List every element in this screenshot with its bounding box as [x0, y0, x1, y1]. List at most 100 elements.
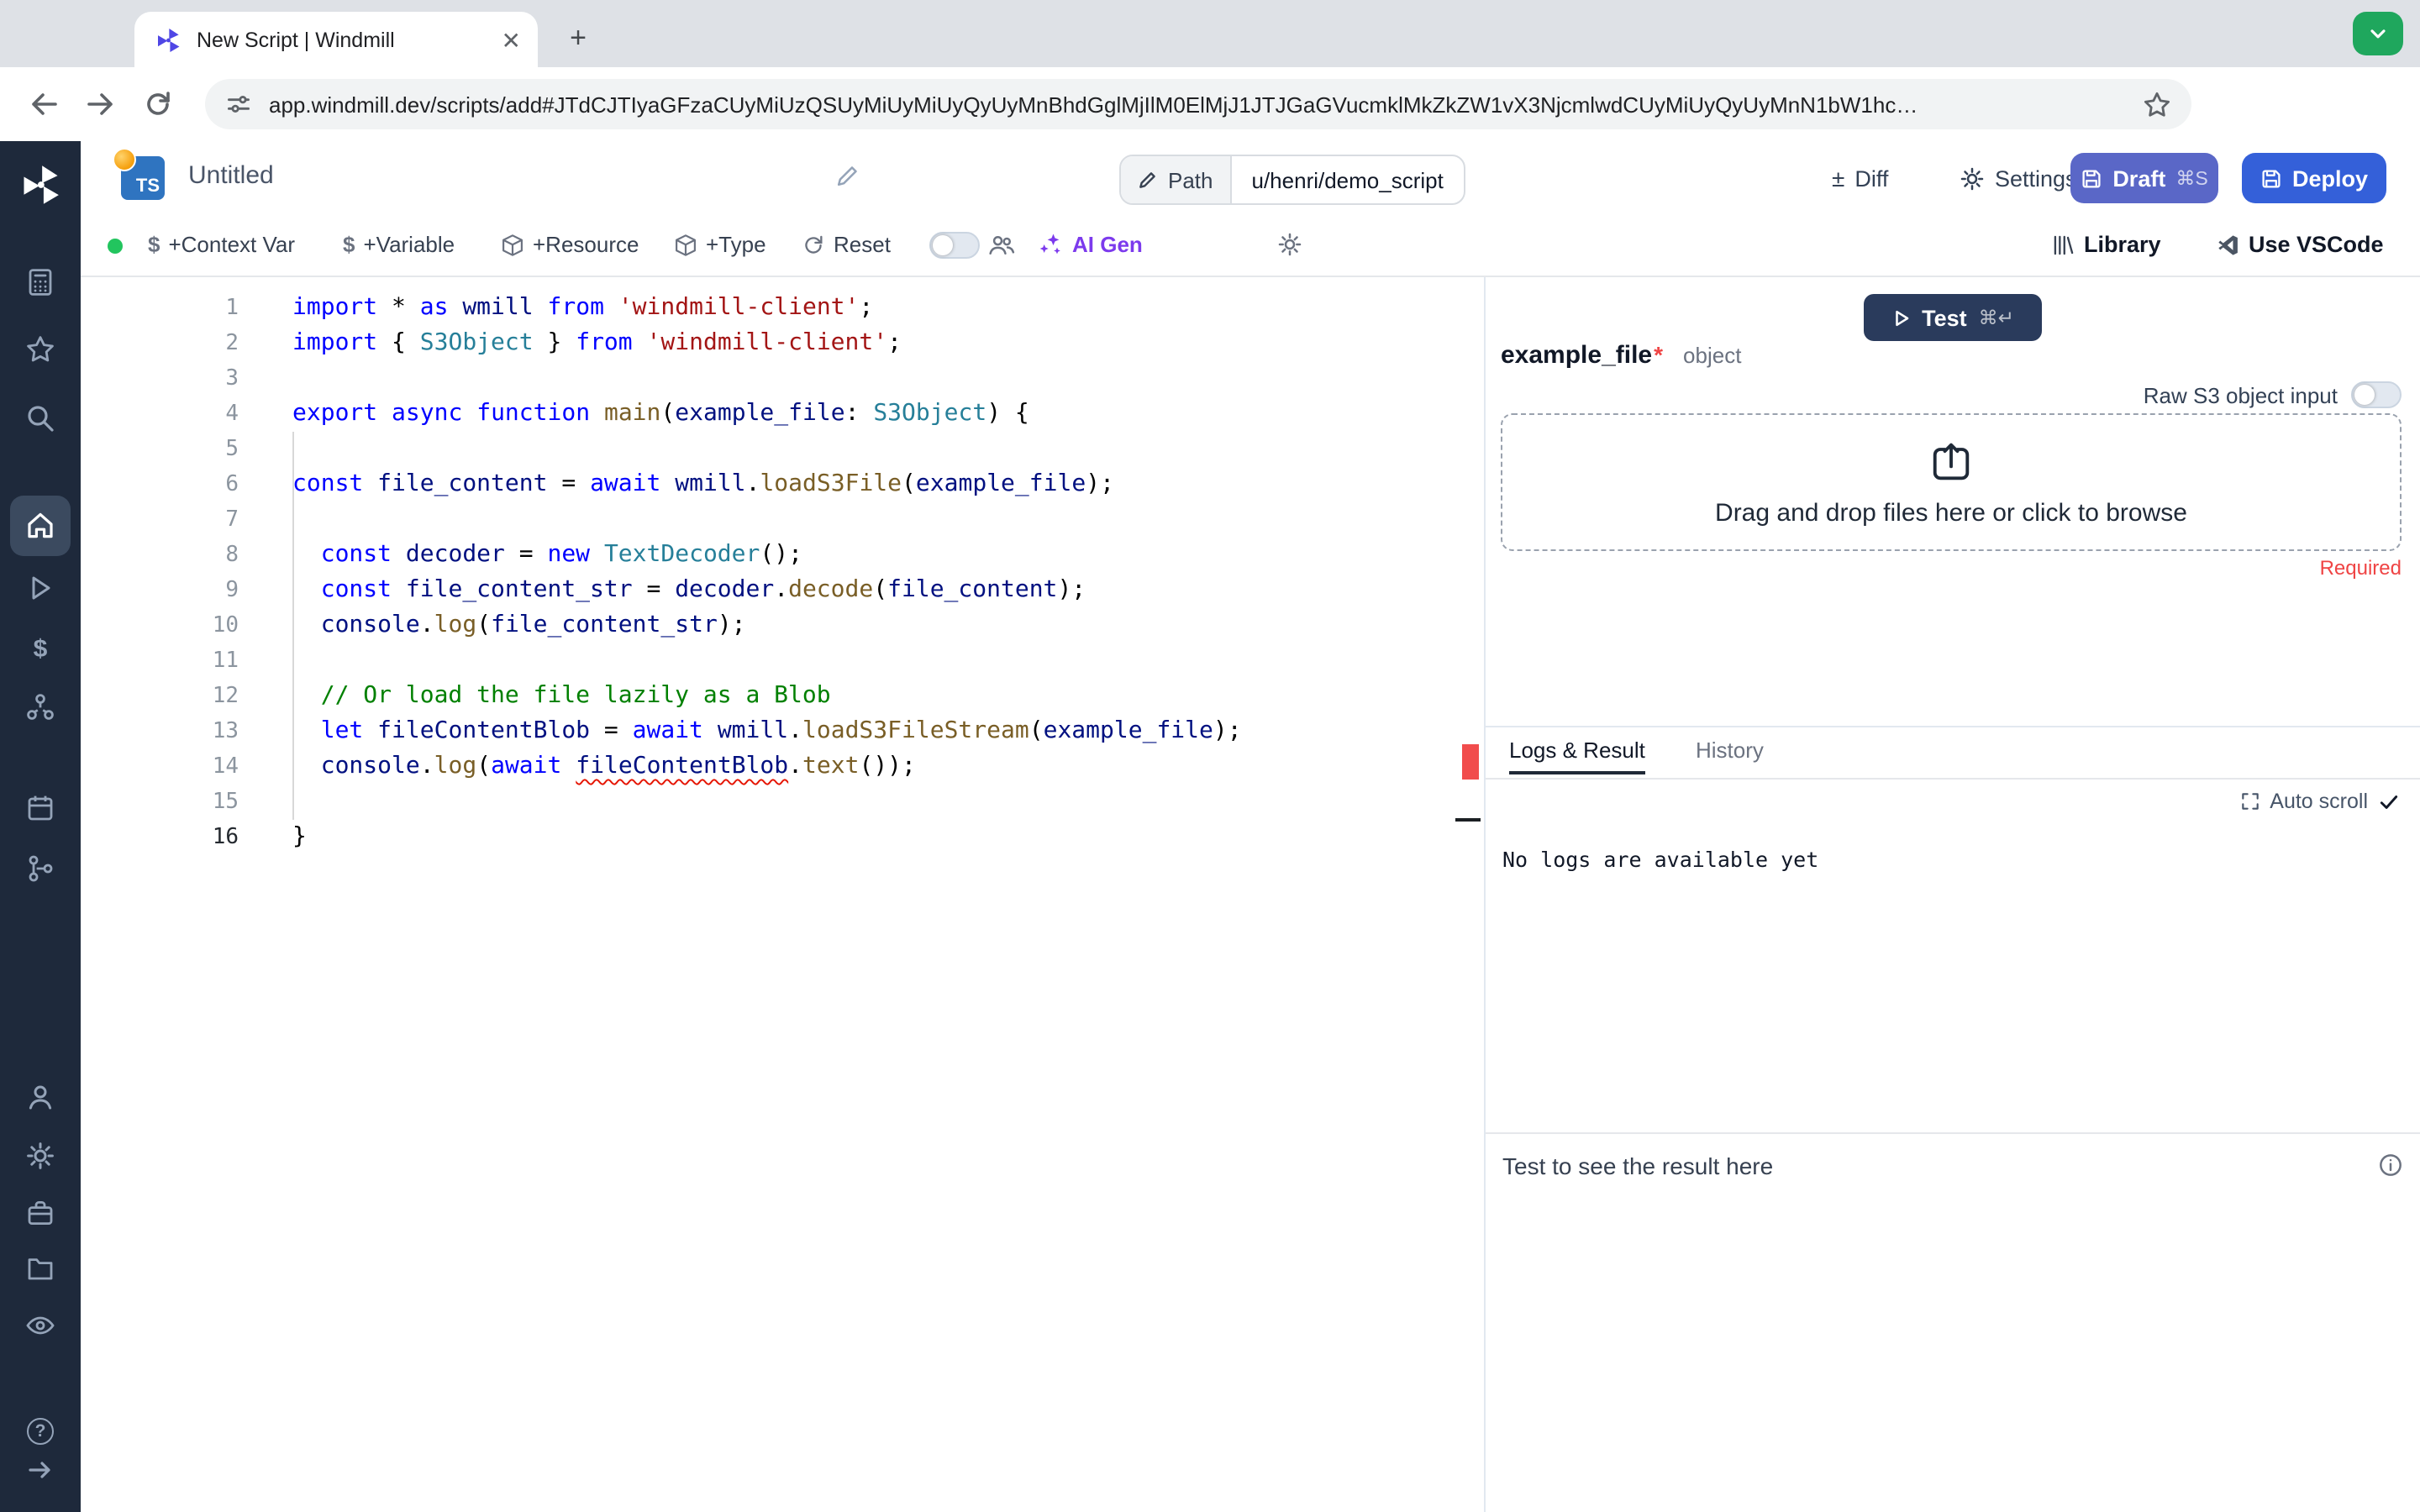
back-icon[interactable]	[15, 76, 72, 133]
play-icon	[1891, 308, 1910, 327]
sidebar-star-icon[interactable]	[25, 334, 55, 365]
app-sidebar: $?	[0, 141, 81, 1512]
line-number: 5	[225, 437, 239, 462]
library-button[interactable]: Library	[2052, 215, 2161, 274]
sidebar-gear-icon[interactable]	[25, 1141, 55, 1171]
code-line[interactable]: const decoder = new TextDecoder();	[292, 538, 802, 573]
sidebar-flow-icon[interactable]	[25, 853, 55, 884]
sidebar-briefcase-icon[interactable]	[25, 1198, 55, 1228]
package-icon	[674, 233, 697, 256]
test-button[interactable]: Test ⌘↵	[1864, 294, 2042, 341]
sidebar-person-icon[interactable]	[25, 1082, 55, 1112]
script-title[interactable]: Untitled	[188, 161, 274, 190]
sidebar-arrow-right-icon[interactable]	[25, 1455, 55, 1485]
check-icon	[2378, 790, 2400, 812]
code-line[interactable]: // Or load the file lazily as a Blob	[292, 679, 831, 714]
sidebar-hub-icon[interactable]	[25, 692, 55, 722]
refresh-icon	[802, 233, 825, 256]
new-tab-button[interactable]: +	[558, 18, 598, 59]
sidebar-eye-icon[interactable]	[25, 1310, 55, 1341]
line-number: 11	[212, 648, 239, 674]
tab-close-icon[interactable]: ✕	[502, 28, 521, 51]
auto-scroll-control[interactable]: Auto scroll	[2239, 790, 2400, 813]
test-kbd: ⌘↵	[1978, 309, 2014, 329]
sidebar-calendar-icon[interactable]	[25, 793, 55, 823]
sidebar-search-icon[interactable]	[25, 403, 55, 433]
code-line[interactable]: import { S3Object } from 'windmill-clien…	[292, 326, 902, 361]
browser-tab[interactable]: New Script | Windmill ✕	[134, 12, 538, 67]
add-context-var-button[interactable]: $ +Context Var	[148, 215, 295, 274]
deploy-button[interactable]: Deploy	[2242, 153, 2386, 203]
toggle-track[interactable]	[929, 231, 980, 258]
tab-history[interactable]: History	[1696, 738, 1764, 763]
code-line[interactable]: let fileContentBlob = await wmill.loadS3…	[292, 714, 1242, 749]
forward-icon[interactable]	[72, 76, 129, 133]
logs-section: Logs & Result History Auto scroll No log…	[1486, 726, 2420, 872]
tab-logs-result[interactable]: Logs & Result	[1509, 738, 1645, 774]
sidebar-dollar-icon[interactable]: $	[25, 633, 55, 664]
code-line[interactable]: export async function main(example_file:…	[292, 396, 1029, 432]
save-draft-icon	[2081, 167, 2102, 189]
code-line[interactable]: const file_content = await wmill.loadS3F…	[292, 467, 1114, 502]
bookmark-star-icon[interactable]	[2143, 90, 2171, 118]
path-pill[interactable]: Path u/henri/demo_script	[1119, 155, 1465, 205]
raw-s3-toggle[interactable]	[2351, 381, 2402, 408]
line-number: 6	[225, 472, 239, 497]
run-panel: Test ⌘↵ example_file * object Raw S3 obj…	[1484, 277, 2420, 1512]
status-dot	[108, 239, 123, 254]
library-icon	[2052, 233, 2075, 256]
line-number: 15	[212, 790, 239, 815]
sparkle-wand-icon	[1039, 232, 1064, 257]
windmill-favicon-icon	[155, 26, 182, 53]
url-omnibox[interactable]: app.windmill.dev/scripts/add#JTdCJTIyaGF…	[205, 79, 2191, 129]
chevron-down-icon	[2366, 22, 2390, 45]
use-vscode-button[interactable]: Use VSCode	[2217, 215, 2384, 274]
sidebar-calculator-icon[interactable]	[25, 267, 55, 297]
info-icon[interactable]	[2378, 1152, 2403, 1178]
code-line[interactable]: console.log(file_content_str);	[292, 608, 746, 643]
overview-error-marker	[1462, 744, 1479, 780]
sidebar-play-icon[interactable]	[25, 573, 55, 603]
ai-gen-button[interactable]: AI Gen	[1039, 215, 1143, 274]
expand-icon	[2239, 791, 2260, 811]
code-line[interactable]: const file_content_str = decoder.decode(…	[292, 573, 1086, 608]
code-line[interactable]: console.log(await fileContentBlob.text()…	[292, 749, 916, 785]
diff-icon: ±	[1832, 165, 1845, 192]
dollar-icon: $	[148, 232, 160, 257]
sidebar-home-icon[interactable]	[25, 511, 55, 541]
sidebar-help-icon[interactable]: ?	[25, 1416, 55, 1446]
overview-cursor-marker	[1455, 818, 1481, 822]
dollar-icon: $	[343, 232, 355, 257]
reset-button[interactable]: Reset	[802, 215, 891, 274]
windmill-logo-icon[interactable]	[18, 163, 62, 207]
reload-icon[interactable]	[129, 76, 187, 133]
code-line[interactable]: import * as wmill from 'windmill-client'…	[292, 291, 873, 326]
result-placeholder: Test to see the result here	[1502, 1152, 1774, 1179]
edit-title-pencil-icon[interactable]	[835, 163, 860, 188]
line-number: 12	[212, 684, 239, 709]
line-number: 9	[225, 578, 239, 603]
editor-settings-gear-icon[interactable]	[1277, 215, 1302, 274]
sidebar-folder-icon[interactable]	[25, 1253, 55, 1284]
add-type-button[interactable]: +Type	[674, 215, 766, 274]
line-number: 14	[212, 754, 239, 780]
line-number: 7	[225, 507, 239, 533]
site-settings-icon[interactable]	[225, 91, 252, 118]
logs-tab-row: Logs & Result History	[1486, 727, 2420, 780]
draft-button[interactable]: Draft ⌘S	[2070, 153, 2218, 203]
indent-guide	[292, 432, 294, 820]
add-resource-button[interactable]: +Resource	[501, 215, 639, 274]
code-editor[interactable]: 1 2 3 4 5 6 7 8 9 10 11 12 13 14 15 16 import * as wmil…	[81, 277, 1484, 1512]
file-dropzone[interactable]: Drag and drop files here or click to bro…	[1501, 413, 2402, 551]
browser-address-bar: app.windmill.dev/scripts/add#JTdCJTIyaGF…	[0, 67, 2420, 193]
argument-name: example_file	[1501, 341, 1653, 370]
path-value: u/henri/demo_script	[1251, 167, 1444, 192]
line-number: 16	[212, 825, 239, 850]
line-number: 2	[225, 331, 239, 356]
multiplayer-toggle[interactable]	[929, 215, 1015, 274]
diff-button[interactable]: ± Diff	[1815, 153, 1905, 203]
browser-chevron-button[interactable]	[2353, 12, 2403, 55]
add-variable-button[interactable]: $ +Variable	[343, 215, 455, 274]
package-icon	[501, 233, 524, 256]
code-line[interactable]: }	[292, 820, 307, 855]
